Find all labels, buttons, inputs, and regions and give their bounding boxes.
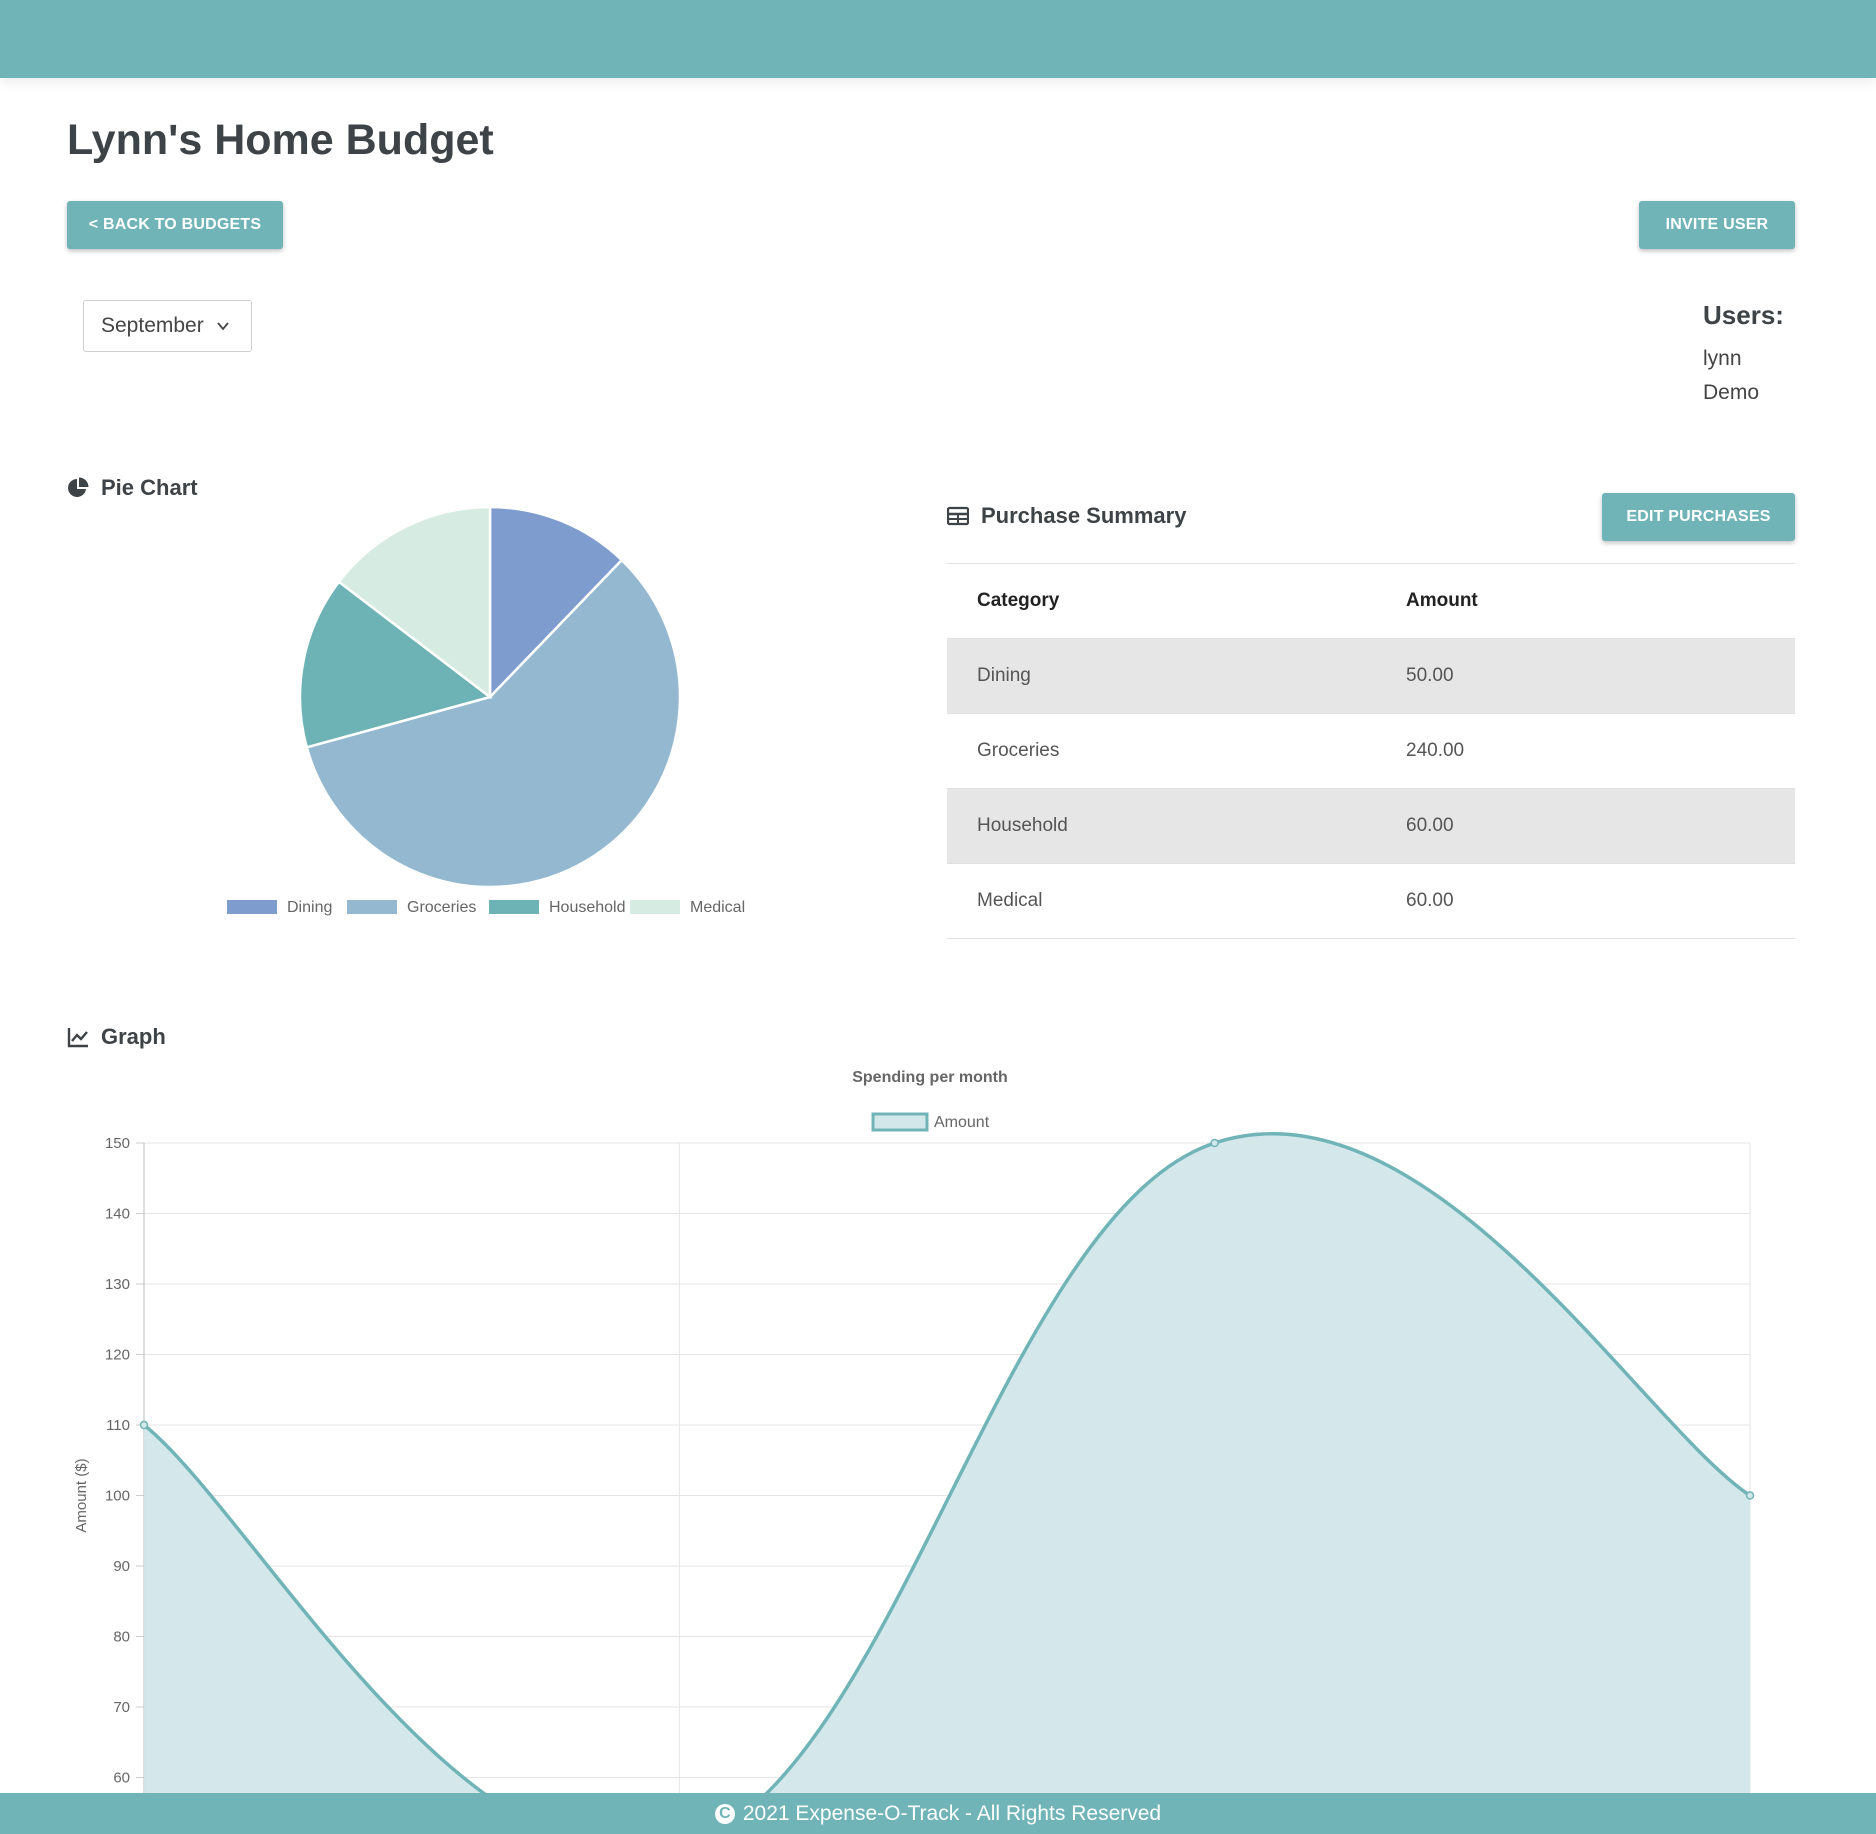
y-tick-label: 80 [113,1629,130,1646]
legend-swatch [871,1112,929,1132]
legend-swatch [227,900,277,914]
y-tick-label: 70 [113,1699,130,1716]
back-to-budgets-button[interactable]: < BACK TO BUDGETS [67,201,283,249]
y-tick-label: 60 [113,1770,130,1787]
data-point [1745,1491,1755,1500]
pie-chart-icon [68,477,89,497]
legend-label: Amount [934,1114,990,1131]
table-row: Dining 50.00 [947,639,1795,714]
y-tick-label: 130 [105,1276,130,1293]
cell-amount: 60.00 [1406,815,1454,836]
y-tick-label: 110 [106,1417,130,1434]
cell-category: Medical [977,890,1043,911]
cell-amount: 60.00 [1406,890,1454,911]
cell-amount: 50.00 [1406,665,1454,686]
month-select-value: September [101,314,204,337]
cell-category: Groceries [977,740,1060,761]
footer: C 2021 Expense-O-Track - All Rights Rese… [0,1793,1876,1834]
y-tick-label: 150 [105,1135,130,1152]
graph-heading: Graph [67,1024,166,1050]
cell-amount: 240.00 [1406,740,1465,761]
footer-text: 2021 Expense-O-Track - All Rights Reserv… [742,1801,1162,1825]
user-name: lynn [1703,347,1742,370]
legend-swatch [630,900,680,914]
line-chart-icon [67,1028,88,1048]
y-tick-label: 90 [113,1558,130,1575]
spending-line-chart: Spending per month Amount 60 70 80 90 100 110 12… [73,1069,1755,1793]
invite-user-button[interactable]: INVITE USER [1639,201,1795,249]
column-header-amount: Amount [1406,590,1478,611]
table-row: Household 60.00 [947,789,1795,864]
purchase-summary-heading: Purchase Summary [947,503,1186,529]
y-tick-label: 120 [105,1347,130,1364]
month-select[interactable]: September [83,300,252,352]
legend-label: Dining [287,899,332,916]
table-row: Groceries 240.00 [947,714,1795,789]
purchase-summary-title: Purchase Summary [981,503,1187,528]
chart-title: Spending per month [852,1069,1008,1086]
column-header-category: Category [977,590,1060,611]
pie-chart-heading: Pie Chart [67,475,198,501]
copyright-icon: C [714,1803,735,1824]
pie-chart: Dining Groceries Household Medical [227,505,745,916]
legend-swatch [489,900,539,914]
y-tick-label: 140 [105,1206,130,1223]
purchase-summary-table: Category Amount Dining 50.00 Groceries 2… [947,563,1795,939]
pie-chart-title: Pie Chart [101,475,198,500]
table-row: Medical 60.00 [947,864,1795,939]
legend-label: Household [549,899,626,916]
y-axis-label: Amount ($) [73,1458,90,1532]
table-icon [947,506,969,526]
chevron-down-icon [217,322,229,331]
page-title: Lynn's Home Budget [67,116,494,164]
table-header-row: Category Amount [947,564,1795,639]
graph-title: Graph [101,1024,166,1049]
data-point [139,1420,149,1430]
data-point [1210,1138,1219,1148]
legend-label: Medical [690,899,745,916]
edit-purchases-button[interactable]: EDIT PURCHASES [1602,493,1795,541]
top-navbar [0,0,1876,78]
series-area-amount [144,1134,1750,1793]
cell-category: Household [977,815,1068,836]
y-tick-label: 100 [105,1488,130,1505]
legend-label: Groceries [407,899,476,916]
user-name: Demo [1703,381,1760,404]
cell-category: Dining [977,665,1031,686]
users-heading: Users: [1703,300,1784,330]
legend-swatch [347,900,397,914]
